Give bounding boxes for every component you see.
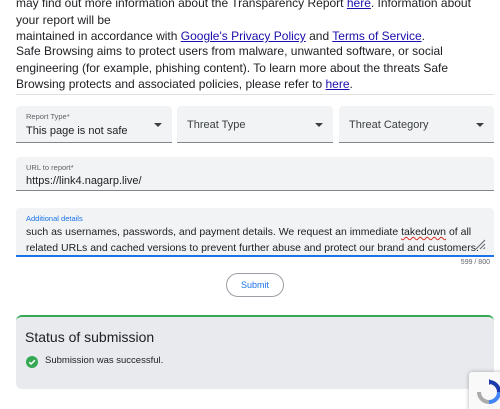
recaptcha-badge[interactable]: [469, 372, 500, 409]
status-card: Status of submission Submission was succ…: [16, 315, 494, 389]
about-text: Safe Browsing aims to protect users from…: [16, 44, 449, 91]
about-text-end: .: [349, 77, 353, 91]
report-type-select[interactable]: Report Type* This page is not safe: [16, 106, 172, 143]
resize-handle-icon[interactable]: [474, 237, 486, 250]
threat-category-select[interactable]: Threat Category: [339, 106, 494, 143]
submit-button[interactable]: Submit: [226, 273, 284, 297]
details-text-start: such as usernames, passwords, and paymen…: [26, 226, 402, 238]
terms-of-service-link[interactable]: Terms of Service: [332, 29, 421, 43]
report-type-value: This page is not safe: [26, 125, 128, 137]
intro-line1-pre: may find out more information about the …: [16, 0, 347, 10]
status-title: Status of submission: [25, 329, 155, 345]
recaptcha-icon: [477, 379, 500, 404]
intro-line2-pre: maintained in accordance with: [16, 29, 181, 43]
threat-type-select[interactable]: Threat Type: [177, 106, 333, 143]
additional-details-textarea[interactable]: Additional details such as usernames, pa…: [16, 208, 494, 257]
caret-down-icon: [476, 123, 484, 127]
report-page: may find out more information about the …: [0, 0, 500, 409]
safe-browsing-about-text: Safe Browsing aims to protect users from…: [16, 43, 488, 93]
section-divider: [16, 94, 494, 95]
status-message: Submission was successful.: [45, 355, 164, 366]
transparency-info-text: may find out more information about the …: [16, 0, 488, 45]
url-input[interactable]: URL to report* https://link4.nagarp.live…: [16, 157, 494, 191]
caret-down-icon: [154, 123, 162, 127]
privacy-policy-link[interactable]: Google's Privacy Policy: [181, 29, 306, 43]
url-label: URL to report*: [26, 163, 74, 172]
misspelled-word: takedown: [401, 226, 447, 238]
url-value: https://link4.nagarp.live/: [26, 175, 142, 187]
threat-type-placeholder: Threat Type: [187, 119, 246, 131]
check-circle-icon: [26, 355, 38, 368]
threat-category-placeholder: Threat Category: [349, 119, 429, 131]
additional-details-label: Additional details: [26, 214, 83, 223]
additional-details-text: such as usernames, passwords, and paymen…: [26, 224, 481, 256]
transparency-here-link[interactable]: here: [347, 0, 371, 10]
caret-down-icon: [315, 123, 323, 127]
report-type-label: Report Type*: [26, 112, 70, 121]
character-counter: 599 / 800: [460, 259, 490, 266]
intro-line2-post: .: [421, 29, 425, 43]
threats-here-link[interactable]: here: [326, 77, 350, 91]
intro-line2-mid: and: [305, 29, 333, 43]
